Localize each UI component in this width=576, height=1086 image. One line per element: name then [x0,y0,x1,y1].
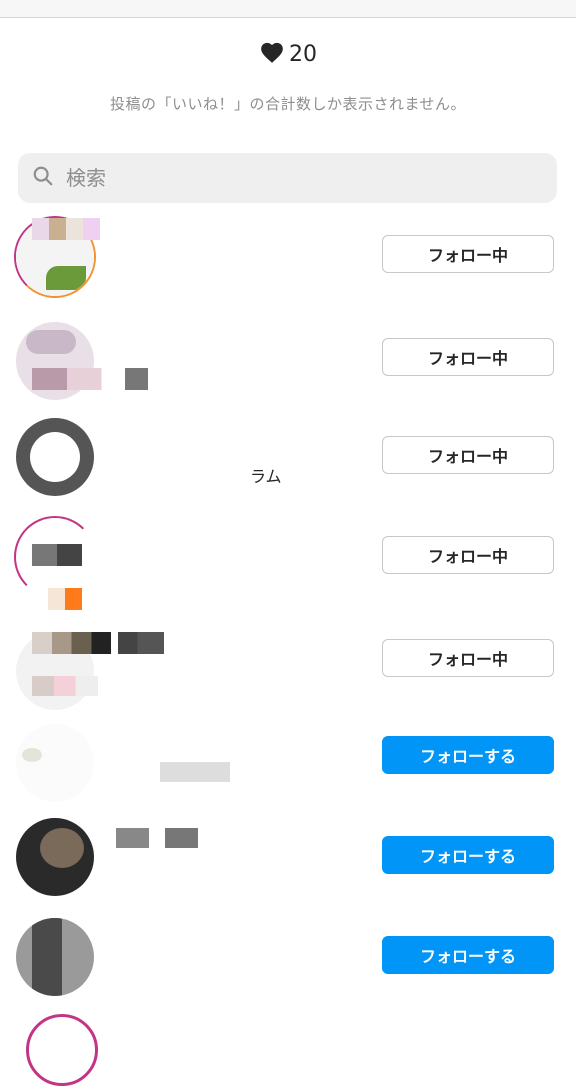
search-bar[interactable] [18,153,557,203]
avatar[interactable] [16,818,94,896]
following-button[interactable]: フォロー中 [382,436,554,474]
subtitle-pixelated [130,762,230,782]
user-subtitle: ラム [250,467,282,486]
list-item[interactable]: ラム フォロー中 [0,408,576,504]
follow-button[interactable]: フォローする [382,736,554,774]
avatar-pixelated [32,544,82,566]
follow-button[interactable]: フォローする [382,836,554,874]
avatar[interactable] [16,724,94,802]
subtitle-pixelated [32,676,98,696]
list-item[interactable]: フォロー中 [0,508,576,610]
like-count: 20 [289,41,317,67]
list-item[interactable]: フォローする [0,908,576,1004]
following-button[interactable]: フォロー中 [382,338,554,376]
search-input[interactable] [64,165,508,191]
heart-icon [259,40,285,68]
list-item[interactable]: フォローする [0,808,576,904]
list-item[interactable]: フォロー中 [0,312,576,408]
username-pixelated [48,588,82,610]
following-button[interactable]: フォロー中 [382,639,554,677]
likes-note: 投稿の「いいね！」の合計数しか表示されません。 [109,95,467,113]
username-pixelated [32,368,148,390]
list-item[interactable]: フォロー中 [0,208,576,304]
username-pixelated [32,218,100,240]
list-item[interactable]: フォロー中 [0,622,576,718]
likes-summary: 20 [0,40,576,68]
avatar[interactable] [16,418,94,496]
follow-button[interactable]: フォローする [382,936,554,974]
following-button[interactable]: フォロー中 [382,235,554,273]
story-ring [26,1014,98,1086]
avatar[interactable] [16,918,94,996]
status-bar [0,0,576,18]
following-button[interactable]: フォロー中 [382,536,554,574]
list-item[interactable]: フォローする [0,714,576,810]
username-pixelated [116,828,198,848]
search-icon [18,165,54,191]
username-pixelated [32,632,164,654]
